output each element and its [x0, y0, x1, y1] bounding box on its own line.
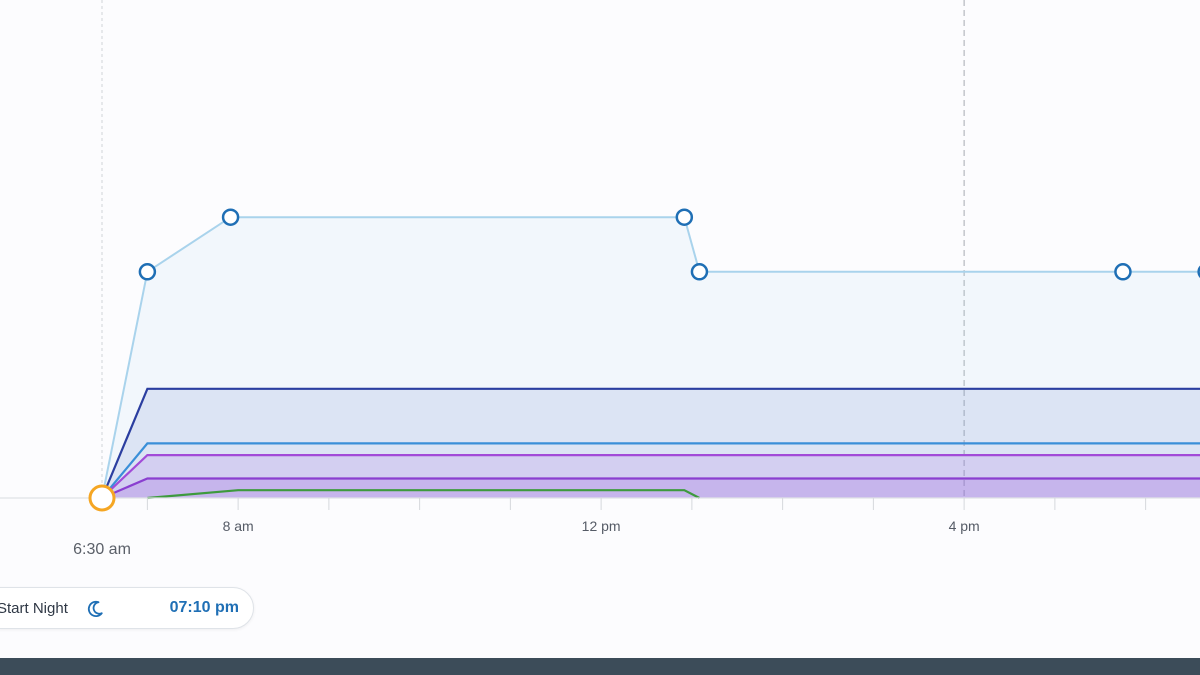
- schedule-point[interactable]: [675, 208, 694, 226]
- schedule-point[interactable]: [1114, 263, 1132, 281]
- start-day-handle[interactable]: [88, 484, 116, 512]
- schedule-point[interactable]: [690, 263, 709, 281]
- start-time-label: 6:30 am: [73, 541, 131, 558]
- moon-icon: [85, 599, 105, 619]
- x-tick-label: 8 am: [223, 518, 254, 534]
- start-night-time[interactable]: 07:10 pm: [170, 599, 239, 617]
- start-night-label: Start Night: [0, 600, 68, 617]
- lighting-schedule-chart: 8 am12 pm4 pm8 pm6:30 am7:10 pm: [0, 0, 1200, 580]
- x-tick-label: 4 pm: [949, 518, 980, 534]
- series-5-area: [102, 478, 1200, 498]
- schedule-point[interactable]: [221, 208, 240, 226]
- footer-bar: [0, 658, 1200, 675]
- schedule-point[interactable]: [138, 263, 157, 281]
- start-night-pill[interactable]: Start Night 07:10 pm: [0, 587, 254, 629]
- chart-svg: 8 am12 pm4 pm8 pm6:30 am7:10 pm: [0, 0, 1200, 558]
- x-tick-label: 12 pm: [582, 518, 621, 534]
